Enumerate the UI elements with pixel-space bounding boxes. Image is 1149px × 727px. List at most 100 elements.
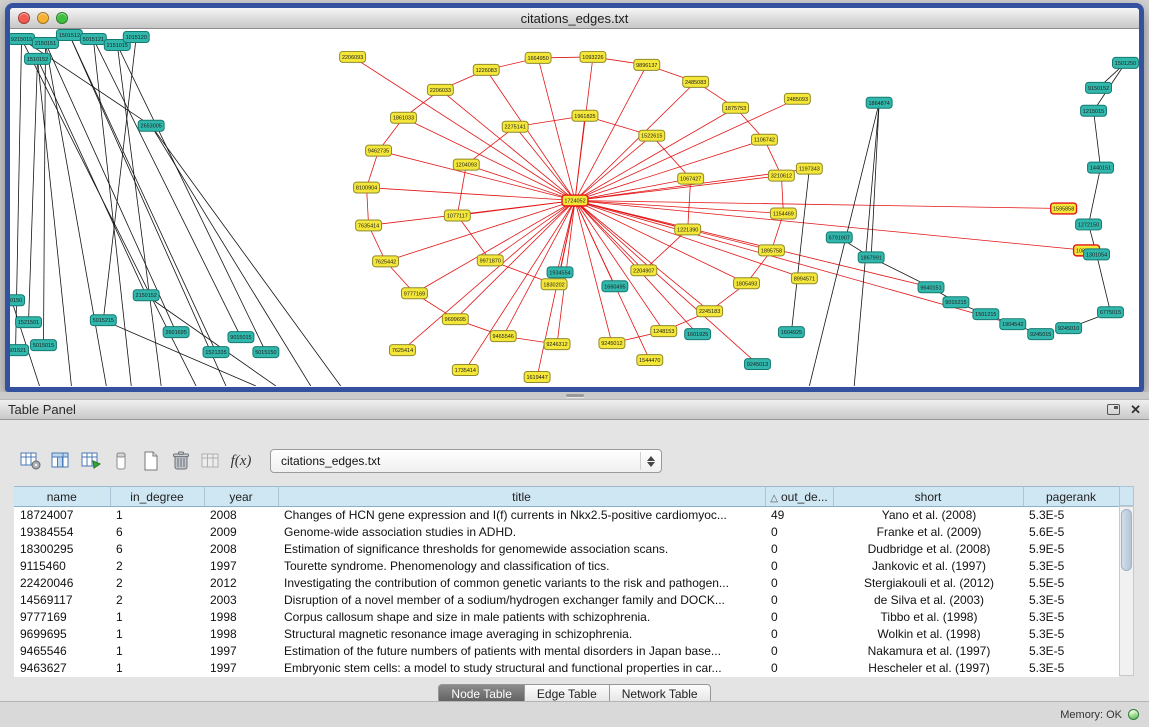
graph-node[interactable]: 9150152 (1086, 82, 1112, 93)
graph-node[interactable]: 1226083 (473, 64, 499, 75)
table-row[interactable]: 1872400712008Changes of HCN gene express… (14, 507, 1119, 524)
table-row[interactable]: 969969511998Structural magnetic resonanc… (14, 626, 1119, 643)
graph-node[interactable]: 8994571 (791, 273, 817, 284)
table-source-dropdown[interactable]: citations_edges.txt (270, 449, 662, 473)
graph-node[interactable]: 1604925 (778, 327, 804, 338)
graph-node[interactable]: 1272150 (1076, 219, 1102, 230)
graph-node[interactable]: 9215015 (10, 33, 35, 44)
graph-node[interactable]: 9246312 (544, 339, 570, 350)
graph-node[interactable]: 9640151 (918, 282, 944, 293)
table-row[interactable]: 946362711997Embryonic stem cells: a mode… (14, 660, 1119, 677)
graph-node[interactable]: 1501521 (10, 345, 29, 356)
graph-node[interactable]: 9699695 (442, 314, 468, 325)
graph-node[interactable]: 1521335 (203, 347, 229, 358)
graph-node[interactable]: 5015121 (80, 33, 106, 44)
delete-table-button[interactable] (166, 447, 196, 475)
graph-node[interactable]: 2275141 (502, 121, 528, 132)
graph-node[interactable]: 9015015 (228, 332, 254, 343)
column-header-out_de[interactable]: △out_de... (765, 487, 833, 507)
column-header-year[interactable]: year (204, 487, 278, 507)
import-table-button[interactable] (76, 447, 106, 475)
graph-node[interactable]: 1961825 (572, 110, 598, 121)
graph-node[interactable]: 9245015 (1028, 329, 1054, 340)
graph-node[interactable]: 1015120 (123, 31, 149, 42)
column-header-short[interactable]: short (833, 487, 1023, 507)
graph-node[interactable]: 9015215 (943, 297, 969, 308)
graph-node[interactable]: 1660495 (602, 281, 628, 292)
split-grip[interactable] (566, 394, 584, 397)
graph-node[interactable]: 1521501 (16, 317, 42, 328)
table-row[interactable]: 1456911722003Disruption of a novel membe… (14, 592, 1119, 609)
graph-node[interactable]: 1724052 (562, 195, 588, 206)
graph-node[interactable]: 2150150 (10, 295, 25, 306)
graph-node[interactable]: 1501512 (56, 29, 82, 40)
vertical-scrollbar[interactable] (1119, 506, 1134, 676)
column-button[interactable] (106, 447, 136, 475)
network-canvas[interactable]: 1724052 9246312 9465546 9699695 9777169 76254… (10, 29, 1139, 386)
table-row[interactable]: 1830029562008Estimation of significance … (14, 541, 1119, 558)
graph-node[interactable]: 1544470 (637, 355, 663, 366)
column-header-title[interactable]: title (278, 487, 765, 507)
close-window-button[interactable] (18, 12, 30, 24)
graph-node[interactable]: 5015215 (90, 315, 116, 326)
graph-node[interactable]: 1867991 (858, 252, 884, 263)
graph-node[interactable]: 1664950 (525, 52, 551, 63)
graph-node[interactable]: 9245010 (1056, 323, 1082, 334)
graph-node[interactable]: 7625414 (390, 345, 416, 356)
graph-node[interactable]: 1215015 (1081, 105, 1107, 116)
minimize-window-button[interactable] (37, 12, 49, 24)
graph-node[interactable]: 5015015 (31, 340, 57, 351)
graph-node[interactable]: 5015150 (253, 347, 279, 358)
graph-node[interactable]: 1106742 (752, 134, 778, 145)
graph-node[interactable]: 7635414 (356, 220, 382, 231)
graph-node[interactable]: 9245013 (745, 359, 771, 370)
graph-node[interactable]: 1735414 (452, 365, 478, 376)
graph-node[interactable]: 1440151 (1088, 162, 1114, 173)
graph-node[interactable]: 1861033 (391, 112, 417, 123)
graph-node[interactable]: 1875753 (723, 102, 749, 113)
zoom-window-button[interactable] (56, 12, 68, 24)
graph-node[interactable]: 2245183 (697, 306, 723, 317)
graph-node[interactable]: 1197343 (796, 163, 822, 174)
graph-node[interactable]: 1501215 (973, 309, 999, 320)
scrollbar-thumb[interactable] (1121, 509, 1132, 571)
close-panel-icon[interactable]: ✕ (1130, 404, 1141, 415)
graph-node[interactable]: 2150151 (33, 37, 59, 48)
graph-node[interactable]: 2150152 (133, 290, 159, 301)
table-row[interactable]: 911546021997Tourette syndrome. Phenomeno… (14, 558, 1119, 575)
graph-node[interactable]: 1154469 (770, 208, 796, 219)
graph-node[interactable]: 1904542 (1000, 319, 1026, 330)
graph-node[interactable]: 1221390 (675, 224, 701, 235)
graph-node[interactable]: 1934554 (547, 267, 573, 278)
float-panel-icon[interactable] (1107, 404, 1120, 415)
graph-node[interactable]: 1805493 (734, 278, 760, 289)
graph-node[interactable]: 2485083 (683, 76, 709, 87)
table-row[interactable]: 1938455462009Genome-wide association stu… (14, 524, 1119, 541)
graph-node[interactable]: 6775015 (1098, 307, 1124, 318)
graph-node[interactable]: 2653005 (138, 120, 164, 131)
graph-node[interactable]: 2485093 (784, 93, 810, 104)
graph-node[interactable]: 1510152 (25, 53, 51, 64)
graph-node[interactable]: 2601695 (163, 327, 189, 338)
graph-node[interactable]: 3210612 (768, 170, 794, 181)
new-table-button[interactable] (136, 447, 166, 475)
graph-node[interactable]: 9462735 (366, 145, 392, 156)
graph-node[interactable]: 1601925 (685, 329, 711, 340)
graph-node[interactable]: 9465546 (490, 331, 516, 342)
graph-node[interactable]: 6791907 (826, 232, 852, 243)
graph-node[interactable]: 2206093 (340, 51, 366, 62)
graph-node[interactable]: 8100904 (354, 182, 380, 193)
column-header-pagerank[interactable]: pagerank (1023, 487, 1119, 507)
graph-node[interactable]: 2206033 (427, 84, 453, 95)
graph-node[interactable]: 9245012 (599, 338, 625, 349)
graph-node[interactable]: 1501250 (1112, 57, 1138, 68)
graph-node[interactable]: 1301054 (1084, 249, 1110, 260)
graph-node[interactable]: 1830202 (541, 279, 567, 290)
show-columns-button[interactable] (46, 447, 76, 475)
column-header-name[interactable]: name (14, 487, 110, 507)
graph-node[interactable]: 9971870 (477, 255, 503, 266)
graph-node[interactable]: 1895758 (758, 245, 784, 256)
graph-node[interactable]: 1522615 (639, 130, 665, 141)
graph-node[interactable]: 1093226 (580, 51, 606, 62)
graph-node[interactable]: 9777169 (401, 288, 427, 299)
